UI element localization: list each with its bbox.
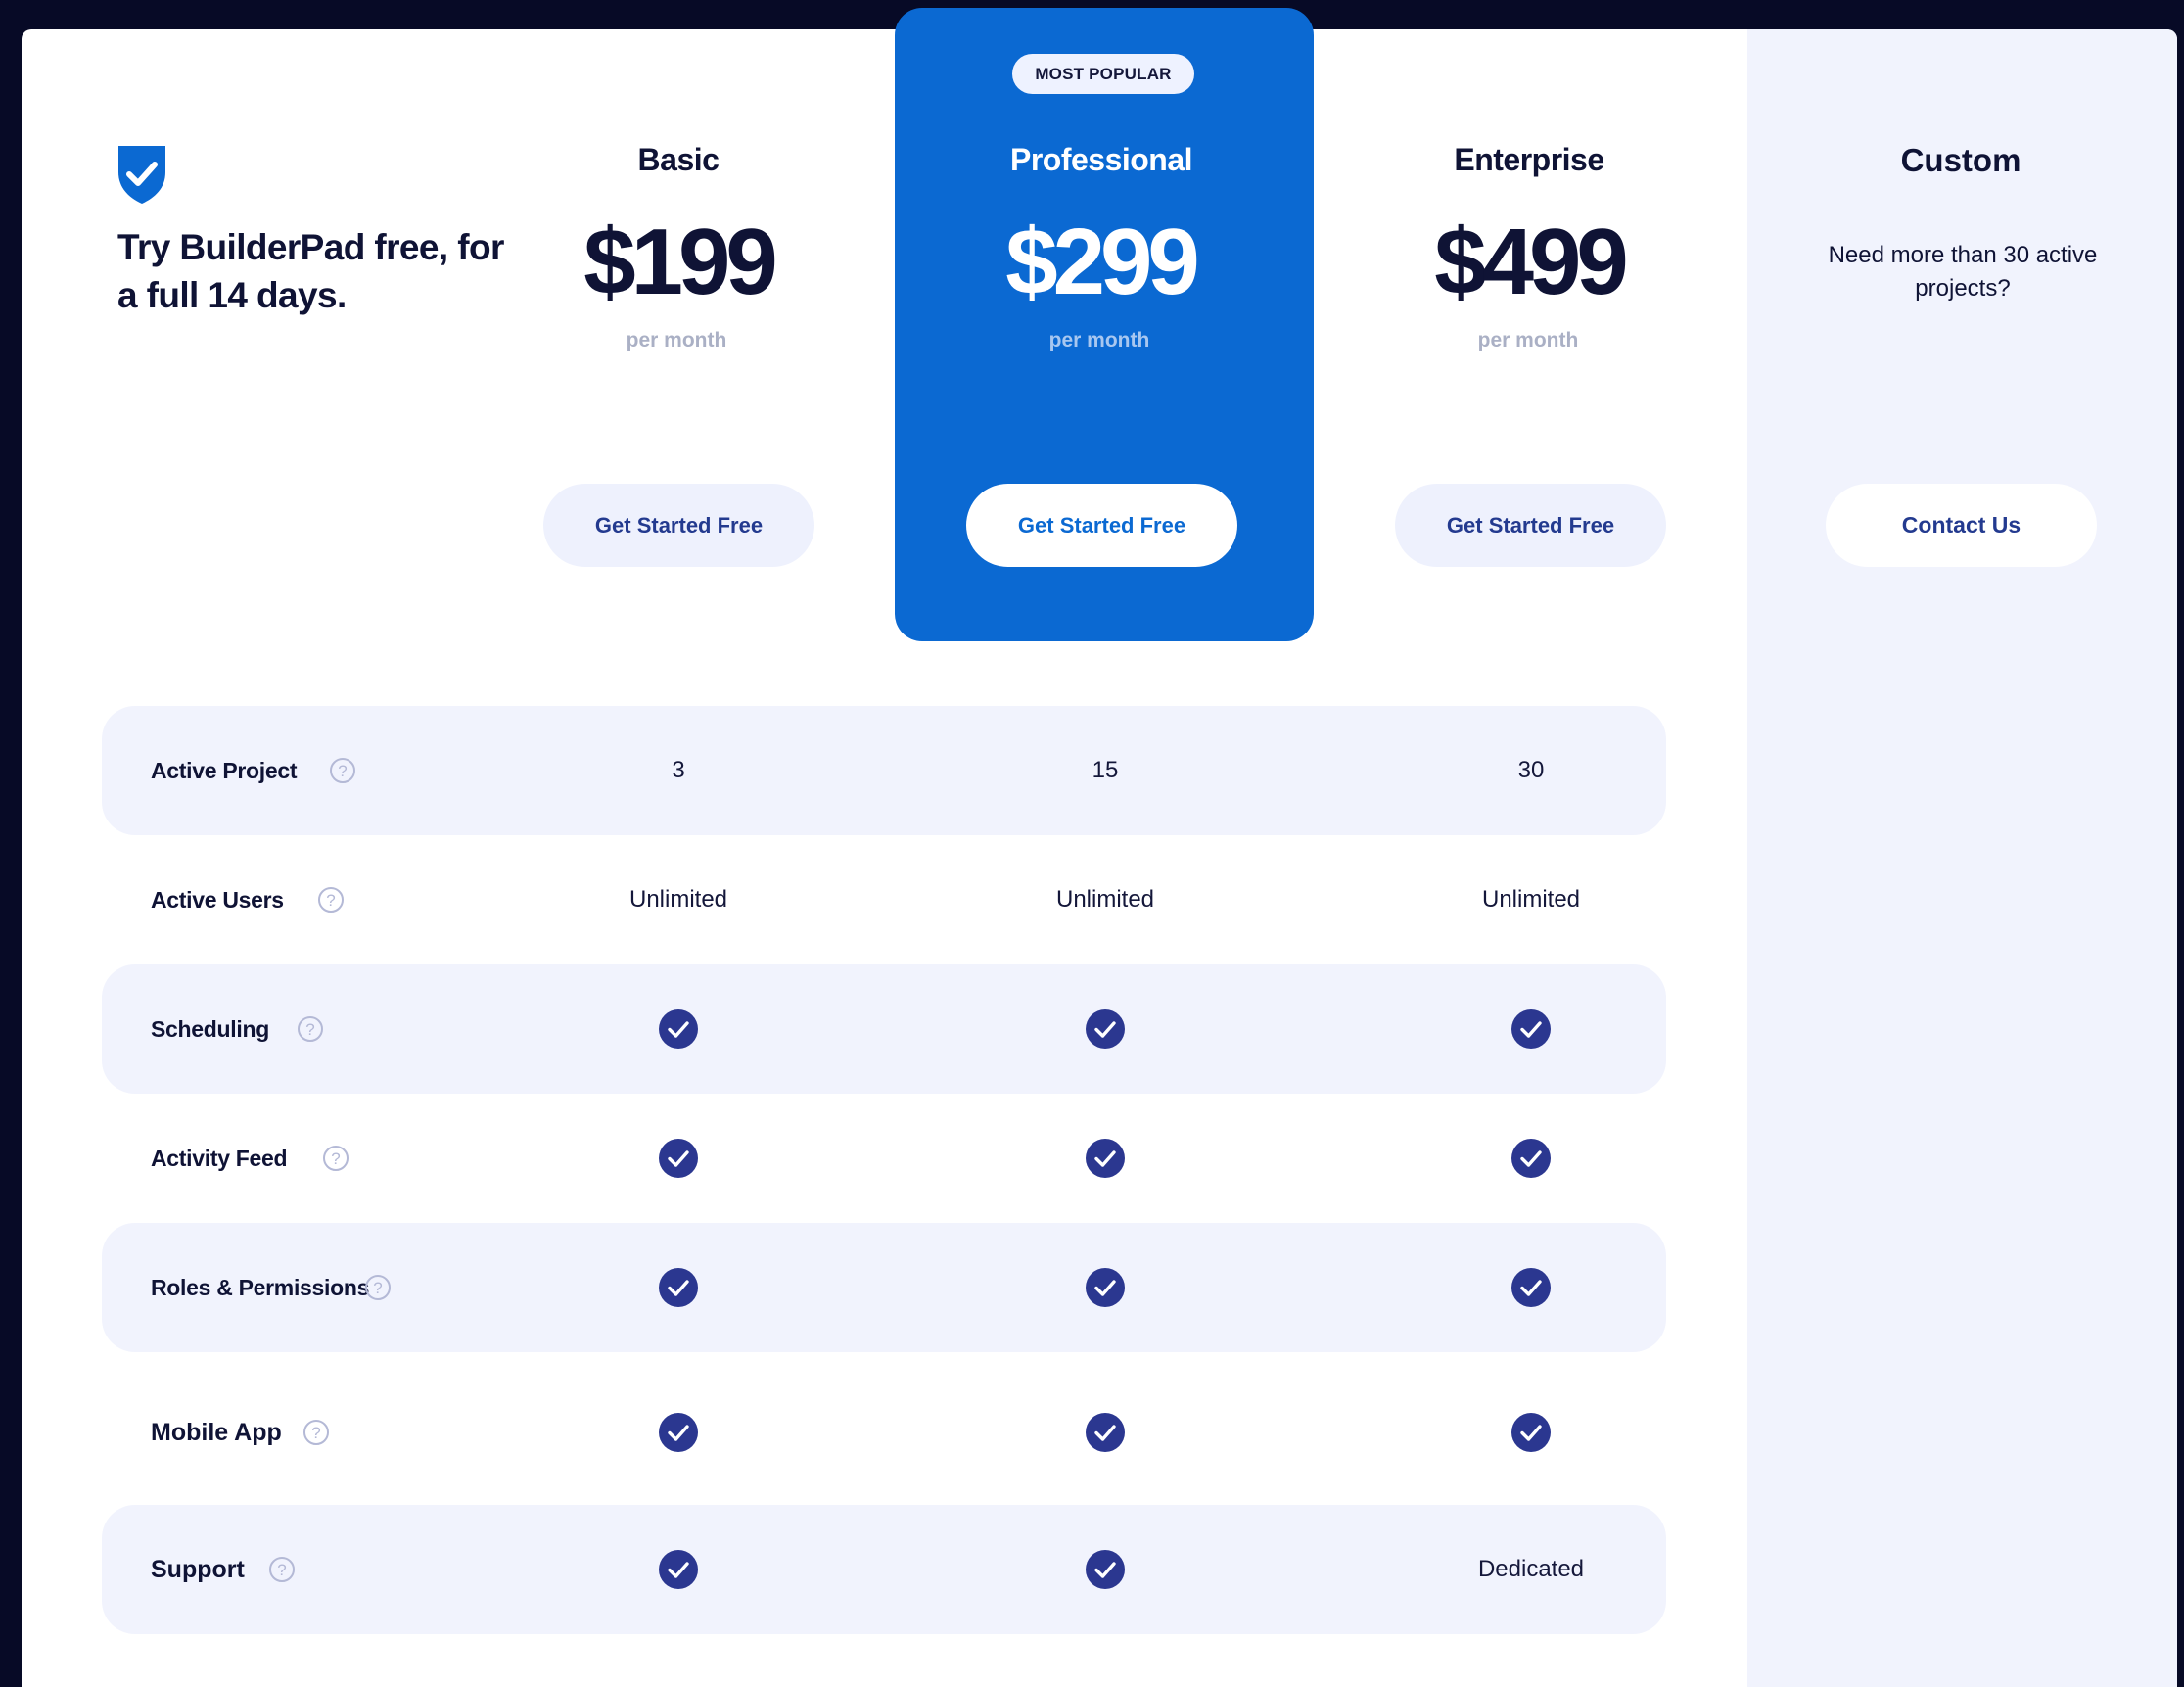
check-icon bbox=[659, 1009, 698, 1049]
feature-value-professional bbox=[1007, 1094, 1203, 1223]
feature-row-roles-and-permissions: Roles & Permissions? bbox=[102, 1223, 1666, 1352]
feature-value-basic bbox=[581, 1223, 776, 1352]
feature-value-enterprise: 30 bbox=[1517, 757, 1545, 783]
get-started-basic-button[interactable]: Get Started Free bbox=[543, 484, 814, 567]
feature-value-enterprise bbox=[1433, 1094, 1629, 1223]
feature-label: Active Project bbox=[151, 757, 298, 783]
plan-name-enterprise: Enterprise bbox=[1454, 142, 1604, 177]
check-icon bbox=[1086, 1550, 1125, 1589]
feature-row-active-project: Active Project? 3 15 30 bbox=[102, 706, 1666, 835]
feature-row-activity-feed: Activity Feed? bbox=[102, 1094, 1666, 1223]
plan-price-professional: $299 bbox=[1005, 210, 1200, 314]
plan-name-basic: Basic bbox=[637, 142, 720, 177]
svg-text:?: ? bbox=[373, 1279, 382, 1297]
feature-label: Mobile App bbox=[151, 1418, 282, 1446]
feature-value-professional bbox=[1007, 1505, 1203, 1634]
feature-value-professional: Unlimited bbox=[1055, 886, 1155, 913]
plan-period-basic: per month bbox=[626, 329, 727, 351]
feature-value-professional bbox=[1007, 1368, 1203, 1497]
feature-row-mobile-app: Mobile App? bbox=[102, 1368, 1666, 1497]
feature-label: Roles & Permissions bbox=[151, 1274, 370, 1300]
feature-value-professional bbox=[1007, 1223, 1203, 1352]
svg-text:?: ? bbox=[277, 1561, 286, 1579]
feature-value-professional: 15 bbox=[1092, 757, 1119, 783]
feature-value-enterprise bbox=[1433, 1223, 1629, 1352]
check-icon bbox=[1511, 1268, 1551, 1307]
contact-us-button[interactable]: Contact Us bbox=[1826, 484, 2097, 567]
plan-price-enterprise: $499 bbox=[1434, 210, 1629, 314]
feature-label: Active Users bbox=[151, 886, 284, 913]
check-icon bbox=[1511, 1139, 1551, 1178]
feature-row-active-users: Active Users? Unlimited Unlimited Unlimited bbox=[102, 835, 1666, 964]
help-icon[interactable]: ? bbox=[322, 1145, 349, 1172]
check-icon bbox=[659, 1550, 698, 1589]
plan-name-professional: Professional bbox=[1009, 142, 1193, 177]
custom-plan-description: Need more than 30 active projects? bbox=[1828, 242, 2098, 302]
feature-row-scheduling: Scheduling? bbox=[102, 964, 1666, 1094]
svg-text:?: ? bbox=[338, 762, 347, 780]
help-icon[interactable]: ? bbox=[302, 1419, 330, 1446]
check-icon bbox=[1086, 1009, 1125, 1049]
get-started-professional-button[interactable]: Get Started Free bbox=[966, 484, 1237, 567]
plan-price-basic: $199 bbox=[583, 210, 778, 314]
feature-value-professional bbox=[1007, 964, 1203, 1094]
check-icon bbox=[1086, 1139, 1125, 1178]
feature-value-enterprise: Dedicated bbox=[1477, 1556, 1585, 1582]
svg-text:?: ? bbox=[311, 1424, 320, 1442]
shield-check-icon bbox=[118, 146, 165, 204]
feature-value-basic: Unlimited bbox=[628, 886, 728, 913]
feature-value-enterprise bbox=[1433, 964, 1629, 1094]
help-icon[interactable]: ? bbox=[329, 757, 356, 784]
feature-value-basic bbox=[581, 1368, 776, 1497]
check-icon bbox=[659, 1268, 698, 1307]
check-icon bbox=[659, 1413, 698, 1452]
help-icon[interactable]: ? bbox=[297, 1015, 324, 1043]
feature-row-support: Support? Dedicated bbox=[102, 1505, 1666, 1634]
svg-text:?: ? bbox=[326, 891, 335, 910]
check-icon bbox=[1086, 1268, 1125, 1307]
get-started-enterprise-button[interactable]: Get Started Free bbox=[1395, 484, 1666, 567]
help-icon[interactable]: ? bbox=[268, 1556, 296, 1583]
check-icon bbox=[1511, 1413, 1551, 1452]
svg-text:?: ? bbox=[331, 1149, 340, 1168]
feature-value-basic bbox=[581, 1094, 776, 1223]
feature-value-enterprise: Unlimited bbox=[1481, 886, 1581, 913]
feature-label: Support bbox=[151, 1555, 245, 1583]
check-icon bbox=[1511, 1009, 1551, 1049]
check-icon bbox=[659, 1139, 698, 1178]
plan-period-enterprise: per month bbox=[1477, 329, 1579, 351]
help-icon[interactable]: ? bbox=[317, 886, 345, 914]
trial-tagline: Try BuilderPad free, for a full 14 days. bbox=[117, 227, 504, 315]
feature-value-basic: 3 bbox=[672, 757, 685, 783]
help-icon[interactable]: ? bbox=[364, 1274, 392, 1301]
most-popular-badge: MOST POPULAR bbox=[1012, 54, 1194, 94]
feature-label: Scheduling bbox=[151, 1015, 269, 1042]
feature-value-enterprise bbox=[1433, 1368, 1629, 1497]
feature-value-basic bbox=[581, 1505, 776, 1634]
feature-value-basic bbox=[581, 964, 776, 1094]
plan-period-professional: per month bbox=[1048, 329, 1150, 351]
check-icon bbox=[1086, 1413, 1125, 1452]
feature-label: Activity Feed bbox=[151, 1145, 288, 1171]
svg-text:?: ? bbox=[305, 1020, 314, 1039]
plan-name-custom: Custom bbox=[1900, 142, 2021, 178]
